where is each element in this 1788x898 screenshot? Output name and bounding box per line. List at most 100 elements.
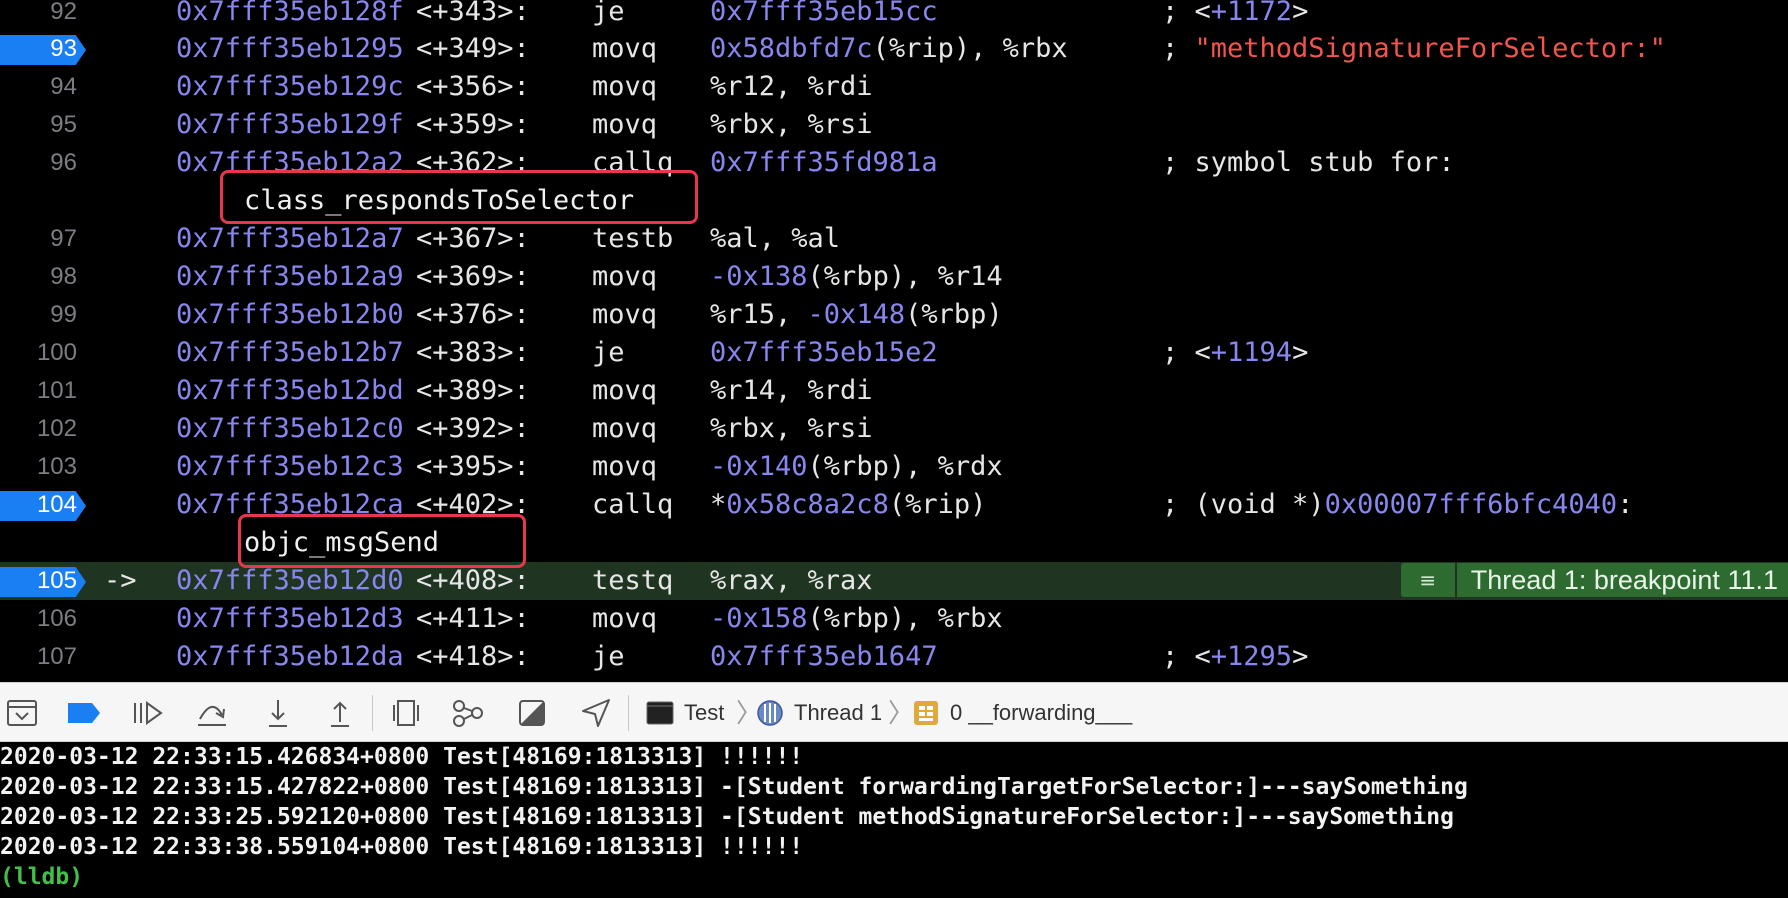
code-row[interactable]: 95 0x7fff35eb129f <+359>: movq %rbx, %rsi bbox=[0, 106, 1788, 144]
instruction-mnemonic: je bbox=[592, 0, 625, 27]
operand-number: -0x138 bbox=[710, 261, 808, 292]
instruction-offset: <+356>: bbox=[416, 71, 530, 102]
instruction-address: 0x7fff35eb12b0 bbox=[176, 299, 404, 330]
debug-view-hierarchy-icon[interactable] bbox=[390, 697, 422, 729]
instruction-mnemonic: movq bbox=[592, 413, 658, 444]
instruction-operands: 0x7fff35eb1647 bbox=[710, 638, 938, 676]
line-number: 93 bbox=[50, 35, 77, 62]
comment-number: +1172 bbox=[1210, 0, 1293, 27]
hide-debug-area-icon[interactable] bbox=[6, 697, 38, 729]
instruction-offset: <+359>: bbox=[416, 109, 530, 140]
operand-text: (%rbp), %rdx bbox=[807, 451, 1003, 482]
instruction-offset: <+411>: bbox=[416, 603, 530, 634]
line-number: 96 bbox=[50, 149, 77, 176]
comment-text: : bbox=[1617, 489, 1634, 520]
instruction-operands: -0x158(%rbp), %rbx bbox=[710, 600, 1003, 638]
instruction-address: 0x7fff35eb129f bbox=[176, 109, 404, 140]
line-number: 95 bbox=[50, 111, 77, 138]
code-row[interactable]: 93 0x7fff35eb1295 <+349>: movq 0x58dbfd7c(%r… bbox=[0, 30, 1788, 68]
console-line: 2020-03-12 22:33:38.559104+0800 Test[481… bbox=[0, 834, 804, 860]
lldb-prompt[interactable]: (lldb) bbox=[0, 862, 83, 892]
comment-text: > bbox=[1292, 641, 1309, 672]
instruction-operands: -0x138(%rbp), %r14 bbox=[710, 258, 1003, 296]
instruction-comment: ; symbol stub for: bbox=[1162, 144, 1455, 182]
instruction-offset: <+389>: bbox=[416, 375, 530, 406]
comment-text: ; < bbox=[1162, 641, 1211, 672]
crumb-process[interactable]: Test bbox=[684, 697, 724, 729]
operand-text: (%rip) bbox=[888, 489, 987, 520]
thread-icon bbox=[754, 697, 786, 729]
instruction-operands: 0x7fff35eb15cc bbox=[710, 0, 938, 31]
crumb-thread[interactable]: Thread 1 bbox=[794, 697, 882, 729]
program-counter-arrow: -> bbox=[104, 565, 137, 596]
operand-text: %r12, %rdi bbox=[710, 71, 873, 102]
line-number: 104 bbox=[36, 491, 77, 518]
disassembly-view[interactable]: 92 0x7fff35eb128f <+343>: je 0x7fff35eb15cc;… bbox=[0, 0, 1788, 682]
step-over-icon[interactable] bbox=[196, 697, 228, 729]
instruction-offset: <+367>: bbox=[416, 223, 530, 254]
comment-text: ; symbol stub for: bbox=[1162, 147, 1455, 178]
comment-number: +1295 bbox=[1210, 641, 1293, 672]
memory-graph-icon[interactable] bbox=[452, 697, 484, 729]
instruction-operands: %al, %al bbox=[710, 220, 840, 258]
code-row[interactable]: 103 0x7fff35eb12c3 <+395>: movq -0x140(%rbp)… bbox=[0, 448, 1788, 486]
console-output[interactable]: 2020-03-12 22:33:15.426834+0800 Test[481… bbox=[0, 742, 1788, 898]
step-into-icon[interactable] bbox=[262, 697, 294, 729]
instruction-operands: %rbx, %rsi bbox=[710, 410, 873, 448]
crumb-frame[interactable]: 0 __forwarding___ bbox=[950, 697, 1132, 729]
operand-number: 0x7fff35eb1647 bbox=[710, 641, 938, 672]
thread-breakpoint-badge[interactable]: ≡ Thread 1: breakpoint 11.1 bbox=[1400, 563, 1788, 597]
instruction-mnemonic: testq bbox=[592, 565, 674, 596]
instruction-mnemonic: movq bbox=[592, 451, 658, 482]
console-line: 2020-03-12 22:33:25.592120+0800 Test[481… bbox=[0, 804, 1454, 830]
instruction-operands: 0x58dbfd7c(%rip), %rbx bbox=[710, 30, 1068, 68]
operand-text: (%rbp), %r14 bbox=[807, 261, 1003, 292]
continue-icon[interactable] bbox=[132, 697, 164, 729]
operand-number: -0x158 bbox=[710, 603, 808, 634]
code-row[interactable]: 106 0x7fff35eb12d3 <+411>: movq -0x158(%rbp)… bbox=[0, 600, 1788, 638]
operand-number: 0x7fff35eb15cc bbox=[710, 0, 938, 27]
comment-text: ; (void *) bbox=[1162, 489, 1325, 520]
breakpoints-toggle-icon[interactable] bbox=[68, 697, 100, 729]
code-row[interactable]: 101 0x7fff35eb12bd <+389>: movq %r14, %rdi bbox=[0, 372, 1788, 410]
code-row[interactable]: 102 0x7fff35eb12c0 <+392>: movq %rbx, %rsi bbox=[0, 410, 1788, 448]
instruction-offset: <+376>: bbox=[416, 299, 530, 330]
simulate-location-icon[interactable] bbox=[580, 697, 612, 729]
code-row[interactable]: 98 0x7fff35eb12a9 <+369>: movq -0x138(%rbp),… bbox=[0, 258, 1788, 296]
operand-text: %al, %al bbox=[710, 223, 841, 254]
step-out-icon[interactable] bbox=[324, 697, 356, 729]
code-row[interactable]: 107 0x7fff35eb12da <+418>: je 0x7fff35eb1647… bbox=[0, 638, 1788, 676]
instruction-address: 0x7fff35eb12b7 bbox=[176, 337, 404, 368]
operand-number: 0x58dbfd7c bbox=[710, 33, 873, 64]
console-line: 2020-03-12 22:33:15.426834+0800 Test[481… bbox=[0, 744, 804, 770]
code-row[interactable]: 94 0x7fff35eb129c <+356>: movq %r12, %rdi bbox=[0, 68, 1788, 106]
comment-string: "methodSignatureForSelector:" bbox=[1194, 33, 1666, 64]
instruction-operands: %r15, -0x148(%rbp) bbox=[710, 296, 1003, 334]
operand-number: 0x7fff35eb15e2 bbox=[710, 337, 938, 368]
instruction-operands: %r14, %rdi bbox=[710, 372, 873, 410]
instruction-address: 0x7fff35eb12d3 bbox=[176, 603, 404, 634]
instruction-operands: *0x58c8a2c8(%rip) bbox=[710, 486, 986, 524]
comment-text: ; < bbox=[1162, 337, 1211, 368]
stack-frame-icon bbox=[910, 697, 942, 729]
instruction-mnemonic: testb bbox=[592, 223, 674, 254]
instruction-address: 0x7fff35eb128f bbox=[176, 0, 404, 27]
comment-text: ; < bbox=[1162, 0, 1211, 27]
instruction-operands: %r12, %rdi bbox=[710, 68, 873, 106]
menu-lines-icon[interactable]: ≡ bbox=[1400, 563, 1457, 597]
code-row[interactable]: 92 0x7fff35eb128f <+343>: je 0x7fff35eb15cc;… bbox=[0, 0, 1788, 31]
operand-number: 0x58c8a2c8 bbox=[726, 489, 889, 520]
thread-breakpoint-label: Thread 1: breakpoint 11.1 bbox=[1456, 563, 1788, 597]
instruction-offset: <+418>: bbox=[416, 641, 530, 672]
line-number: 100 bbox=[36, 339, 77, 366]
environment-overrides-icon[interactable] bbox=[516, 697, 548, 729]
comment-number: 0x00007fff6bfc4040 bbox=[1324, 489, 1618, 520]
code-row[interactable]: 97 0x7fff35eb12a7 <+367>: testb %al, %al bbox=[0, 220, 1788, 258]
code-row[interactable]: 99 0x7fff35eb12b0 <+376>: movq %r15, -0x148(… bbox=[0, 296, 1788, 334]
instruction-address: 0x7fff35eb12c3 bbox=[176, 451, 404, 482]
instruction-mnemonic: je bbox=[592, 337, 625, 368]
code-row[interactable]: 100 0x7fff35eb12b7 <+383>: je 0x7fff35eb15e2… bbox=[0, 334, 1788, 372]
comment-text: ; bbox=[1162, 33, 1195, 64]
instruction-mnemonic: movq bbox=[592, 109, 658, 140]
operand-number: -0x140 bbox=[710, 451, 808, 482]
